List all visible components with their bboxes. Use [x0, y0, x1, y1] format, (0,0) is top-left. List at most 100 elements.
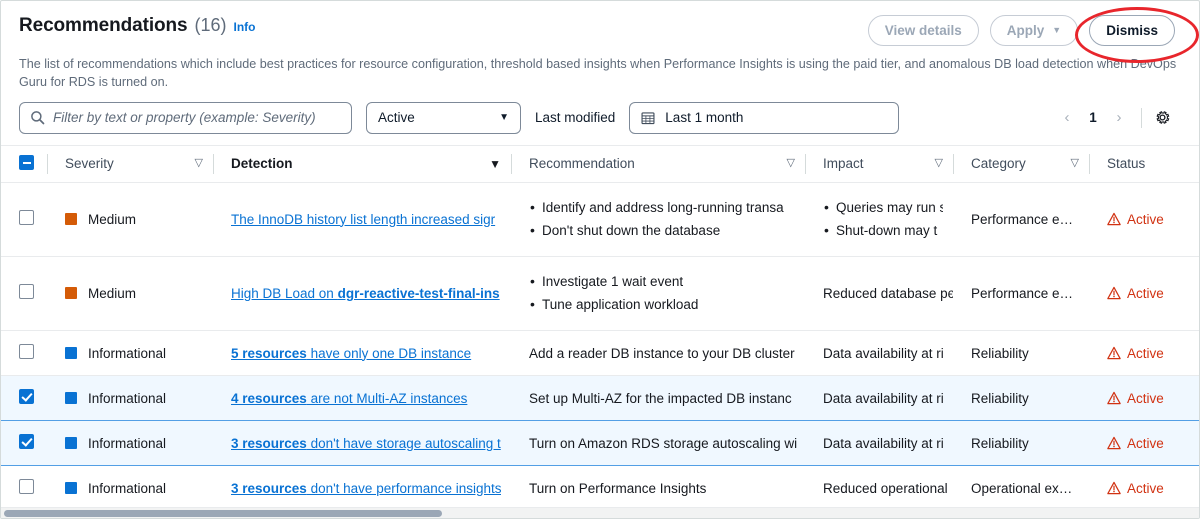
- apply-button[interactable]: Apply ▼: [990, 15, 1078, 46]
- impact-cell: Data availability at ri: [805, 421, 953, 466]
- column-header-recommendation-label: Recommendation: [529, 156, 635, 171]
- row-checkbox[interactable]: [19, 389, 34, 404]
- row-select-cell: [1, 182, 47, 256]
- category-cell: Operational ex…: [953, 466, 1089, 511]
- row-checkbox[interactable]: [19, 344, 34, 359]
- row-checkbox[interactable]: [19, 284, 34, 299]
- detection-cell: 3 resources don't have storage autoscali…: [213, 421, 511, 466]
- sort-icon: ▽: [787, 158, 795, 169]
- status-label: Active: [1127, 481, 1164, 496]
- detection-link[interactable]: High DB Load on dgr-reactive-test-final-…: [231, 286, 501, 301]
- search-box[interactable]: [19, 102, 352, 134]
- calendar-icon: [641, 111, 655, 125]
- status-cell: Active: [1089, 331, 1200, 376]
- impact-text: Data availability at ri: [823, 346, 944, 361]
- page-title: Recommendations (16) Info: [19, 15, 256, 37]
- severity-cell: Medium: [47, 256, 213, 330]
- recommendation-bullet-list: Identify and address long-running transa…: [529, 196, 795, 243]
- impact-cell: Data availability at ri: [805, 331, 953, 376]
- search-input[interactable]: [53, 110, 341, 125]
- sort-icon: ▽: [195, 158, 203, 169]
- status-cell: Active: [1089, 256, 1200, 330]
- impact-text: Data availability at ri: [823, 391, 944, 406]
- category-cell: Reliability: [953, 421, 1089, 466]
- row-select-cell: [1, 466, 47, 511]
- column-header-detection-label: Detection: [231, 156, 293, 171]
- status-label: Active: [1127, 346, 1164, 361]
- table-row[interactable]: Informational 3 resources don't have perf…: [1, 466, 1200, 511]
- status-filter-select[interactable]: Active ▼: [366, 102, 521, 134]
- horizontal-scrollbar-thumb[interactable]: [4, 510, 442, 517]
- chevron-down-icon: ▼: [1052, 26, 1061, 35]
- column-header-severity[interactable]: Severity ▽: [47, 145, 213, 182]
- select-all-header: [1, 145, 47, 182]
- table-row[interactable]: Informational 4 resources are not Multi-A…: [1, 376, 1200, 421]
- pagination-page-1[interactable]: 1: [1082, 110, 1104, 125]
- category-label: Performance e…: [971, 286, 1073, 301]
- settings-button[interactable]: [1151, 107, 1173, 129]
- row-select-cell: [1, 421, 47, 466]
- detection-link[interactable]: 3 resources don't have performance insig…: [231, 481, 501, 496]
- severity-color-swatch: [65, 437, 77, 449]
- table-row[interactable]: Informational 3 resources don't have stor…: [1, 421, 1200, 466]
- severity-label: Informational: [88, 346, 166, 361]
- row-checkbox[interactable]: [19, 434, 34, 449]
- table-row[interactable]: Informational 5 resources have only one D…: [1, 331, 1200, 376]
- row-select-cell: [1, 376, 47, 421]
- search-icon: [30, 110, 45, 125]
- warning-triangle-icon: [1107, 391, 1121, 405]
- recommendation-cell: Set up Multi-AZ for the impacted DB inst…: [511, 376, 805, 421]
- select-all-checkbox[interactable]: [19, 155, 34, 170]
- severity-color-swatch: [65, 482, 77, 494]
- view-details-button[interactable]: View details: [868, 15, 979, 46]
- column-header-category[interactable]: Category ▽: [953, 145, 1089, 182]
- date-range-picker[interactable]: Last 1 month: [629, 102, 899, 134]
- row-checkbox[interactable]: [19, 210, 34, 225]
- column-header-recommendation[interactable]: Recommendation ▽: [511, 145, 805, 182]
- column-header-status[interactable]: Status: [1089, 145, 1200, 182]
- category-label: Operational ex…: [971, 481, 1072, 496]
- pagination-next-button[interactable]: ›: [1106, 105, 1132, 131]
- severity-cell: Informational: [47, 466, 213, 511]
- impact-cell: Queries may run sShut-down may t: [805, 182, 953, 256]
- column-header-impact[interactable]: Impact ▽: [805, 145, 953, 182]
- severity-cell: Informational: [47, 331, 213, 376]
- status-badge: Active: [1107, 212, 1191, 227]
- table-row[interactable]: MediumThe InnoDB history list length inc…: [1, 182, 1200, 256]
- pagination-prev-button[interactable]: ‹: [1054, 105, 1080, 131]
- severity-color-swatch: [65, 347, 77, 359]
- status-filter-value: Active: [378, 110, 415, 125]
- table-row[interactable]: Medium High DB Load on dgr-reactive-test-…: [1, 256, 1200, 330]
- severity-color-swatch: [65, 213, 77, 225]
- status-label: Active: [1127, 391, 1164, 406]
- detection-cell: High DB Load on dgr-reactive-test-final-…: [213, 256, 511, 330]
- row-checkbox[interactable]: [19, 479, 34, 494]
- column-header-detection[interactable]: Detection ▼: [213, 145, 511, 182]
- severity-label: Informational: [88, 391, 166, 406]
- row-select-cell: [1, 256, 47, 330]
- date-range-value: Last 1 month: [665, 110, 743, 125]
- toolbar-divider: [1141, 108, 1142, 128]
- warning-triangle-icon: [1107, 286, 1121, 300]
- pagination: ‹ 1 ›: [1054, 105, 1181, 131]
- detection-cell: 5 resources have only one DB instance: [213, 331, 511, 376]
- horizontal-scrollbar[interactable]: [1, 507, 1200, 518]
- status-badge: Active: [1107, 286, 1191, 301]
- detection-link[interactable]: 4 resources are not Multi-AZ instances: [231, 391, 501, 406]
- dismiss-button[interactable]: Dismiss: [1089, 15, 1175, 46]
- severity-label: Medium: [88, 286, 136, 301]
- table-body: Medium The InnoDB history list length inc…: [1, 182, 1200, 511]
- status-cell: Active: [1089, 466, 1200, 511]
- page-title-text: Recommendations: [19, 15, 187, 37]
- recommendations-count: (16): [194, 15, 226, 36]
- detection-link[interactable]: 5 resources have only one DB instance: [231, 346, 501, 361]
- severity-cell: Informational: [47, 421, 213, 466]
- detection-link[interactable]: The InnoDB history list length increased…: [231, 212, 501, 227]
- recommendation-bullet: Identify and address long-running transa: [529, 196, 795, 220]
- category-cell: Performance e…: [953, 182, 1089, 256]
- column-header-severity-label: Severity: [65, 156, 114, 171]
- severity-cell: Informational: [47, 376, 213, 421]
- sort-icon: ▽: [1071, 158, 1079, 169]
- detection-link[interactable]: 3 resources don't have storage autoscali…: [231, 436, 501, 451]
- info-link[interactable]: Info: [234, 20, 256, 34]
